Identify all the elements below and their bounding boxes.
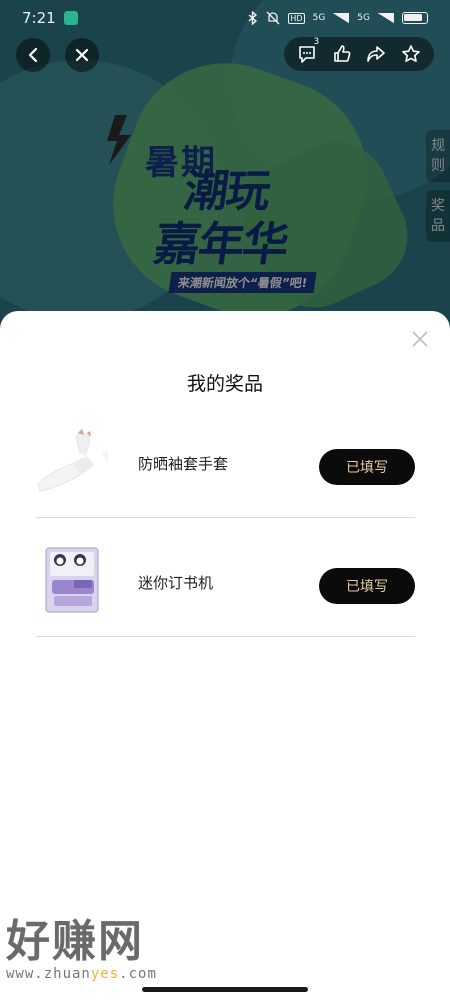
my-prizes-sheet: 我的奖品 防晒袖套手套 已填写 迷你订书机 已填写 (0, 311, 450, 1000)
watermark-url: www.zhuanyes.com (6, 966, 157, 982)
share-button[interactable] (364, 42, 388, 66)
prize-name: 防晒袖套手套 (138, 455, 229, 473)
close-icon[interactable] (410, 329, 430, 349)
prize-item: 防晒袖套手套 已填写 (36, 403, 415, 518)
comment-icon (299, 46, 316, 63)
favorite-button[interactable] (399, 42, 423, 66)
battery-icon (402, 12, 428, 24)
network-type-label: 5G (312, 13, 326, 23)
like-icon (333, 45, 351, 62)
sleeve-glove-image (37, 429, 108, 492)
status-bar: 7:21 HD 5G 5G (0, 0, 450, 36)
prize-name: 迷你订书机 (138, 574, 214, 592)
network-type-label: 5G (357, 13, 370, 23)
hd-icon: HD (288, 12, 305, 24)
close-icon (75, 48, 89, 62)
back-button[interactable] (16, 38, 50, 72)
watermark: 好赚网 www.zhuanyes.com (6, 916, 157, 983)
close-page-button[interactable] (65, 38, 99, 72)
action-bar: 3 (284, 37, 434, 71)
star-icon (401, 45, 420, 63)
filled-button[interactable]: 已填写 (319, 568, 415, 604)
watermark-url-suffix: .com (119, 966, 157, 982)
bluetooth-icon (248, 11, 258, 25)
status-time: 7:21 (22, 9, 56, 27)
mini-stapler-image (45, 547, 99, 613)
filled-button[interactable]: 已填写 (319, 449, 415, 485)
prize-item: 迷你订书机 已填写 (36, 522, 415, 637)
share-icon (367, 46, 386, 62)
home-indicator[interactable] (142, 987, 308, 992)
signal-icon (378, 13, 394, 23)
watermark-url-prefix: www.zhuan (6, 966, 91, 982)
chevron-left-icon (28, 47, 38, 63)
comment-button[interactable]: 3 (295, 37, 319, 66)
watermark-logo: 好赚网 (6, 916, 144, 967)
comment-count: 3 (313, 37, 320, 47)
like-button[interactable] (330, 42, 354, 66)
sheet-title: 我的奖品 (186, 373, 263, 395)
home-app-icon (63, 11, 78, 25)
signal-icon (333, 13, 350, 23)
watermark-url-highlight: yes (90, 966, 120, 982)
status-icons: HD 5G 5G (248, 11, 428, 25)
mute-icon (266, 11, 280, 25)
